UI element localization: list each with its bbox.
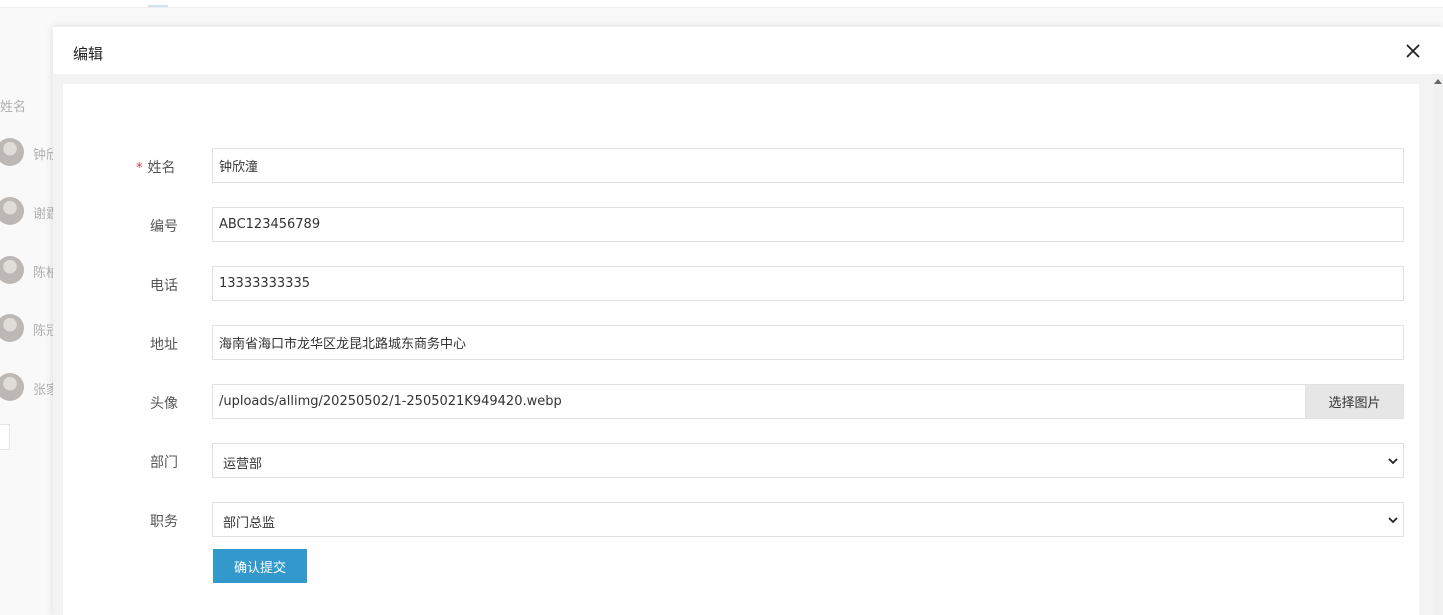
table-row: 钟欣	[0, 138, 60, 178]
phone-input[interactable]	[212, 266, 1404, 301]
name-label: 姓名	[147, 160, 176, 176]
department-select[interactable]: 运营部	[212, 443, 1404, 478]
row-name: 谢霆	[33, 207, 53, 222]
number-label: 编号	[150, 219, 178, 235]
form-row-number: 编号	[63, 207, 1419, 243]
department-selected-value: 运营部	[223, 457, 263, 472]
phone-label: 电话	[150, 278, 178, 294]
chevron-down-icon	[1388, 458, 1398, 465]
row-name: 钟欣	[33, 148, 53, 163]
row-name: 陈柏	[33, 266, 53, 281]
edit-dialog: 编辑 * 姓名 编号 电话 地址	[53, 27, 1443, 615]
avatar-path-input[interactable]	[212, 384, 1306, 419]
position-label: 职务	[150, 514, 178, 530]
dialog-header: 编辑	[53, 27, 1443, 74]
table-row: 陈冠	[0, 314, 60, 354]
top-nav-strip	[0, 0, 1443, 8]
avatar	[0, 373, 24, 401]
form-row-position: 职务 部门总监	[63, 502, 1419, 538]
table-row: 谢霆	[0, 197, 60, 237]
name-label-wrap: * 姓名	[136, 157, 176, 177]
avatar	[0, 197, 24, 225]
required-mark: *	[136, 161, 143, 176]
avatar-label: 头像	[150, 396, 178, 412]
dialog-body: * 姓名 编号 电话 地址 头像 选择图片 部门	[53, 74, 1443, 615]
dialog-title: 编辑	[73, 45, 104, 63]
avatar	[0, 314, 24, 342]
row-name: 陈冠	[33, 324, 53, 339]
row-name: 张家	[33, 383, 53, 398]
form-row-phone: 电话	[63, 266, 1419, 302]
close-button[interactable]	[1401, 39, 1425, 63]
avatar	[0, 138, 24, 166]
avatar	[0, 256, 24, 284]
active-tab-indicator	[148, 5, 168, 7]
name-input[interactable]	[212, 148, 1404, 183]
submit-button[interactable]: 确认提交	[213, 549, 307, 583]
form-row-department: 部门 运营部	[63, 443, 1419, 479]
department-label: 部门	[150, 455, 178, 471]
scroll-up-arrow-icon[interactable]	[1434, 79, 1442, 84]
form-row-address: 地址	[63, 325, 1419, 361]
form-row-submit: 确认提交	[63, 549, 1419, 585]
position-select[interactable]: 部门总监	[212, 502, 1404, 537]
form-row-name: * 姓名	[63, 148, 1419, 184]
position-selected-value: 部门总监	[223, 516, 276, 531]
address-input[interactable]	[212, 325, 1404, 360]
edit-form: * 姓名 编号 电话 地址 头像 选择图片 部门	[63, 84, 1419, 615]
number-input[interactable]	[212, 207, 1404, 242]
pagination-button	[0, 424, 10, 450]
table-row: 张家	[0, 373, 60, 413]
list-column-header-name: 姓名	[0, 100, 27, 115]
close-icon	[1406, 44, 1420, 58]
table-row: 陈柏	[0, 256, 60, 296]
chevron-down-icon	[1388, 517, 1398, 524]
address-label: 地址	[150, 337, 178, 353]
choose-image-button[interactable]: 选择图片	[1305, 384, 1404, 419]
form-row-avatar: 头像 选择图片	[63, 384, 1419, 420]
dialog-scrollbar[interactable]	[1433, 74, 1443, 615]
